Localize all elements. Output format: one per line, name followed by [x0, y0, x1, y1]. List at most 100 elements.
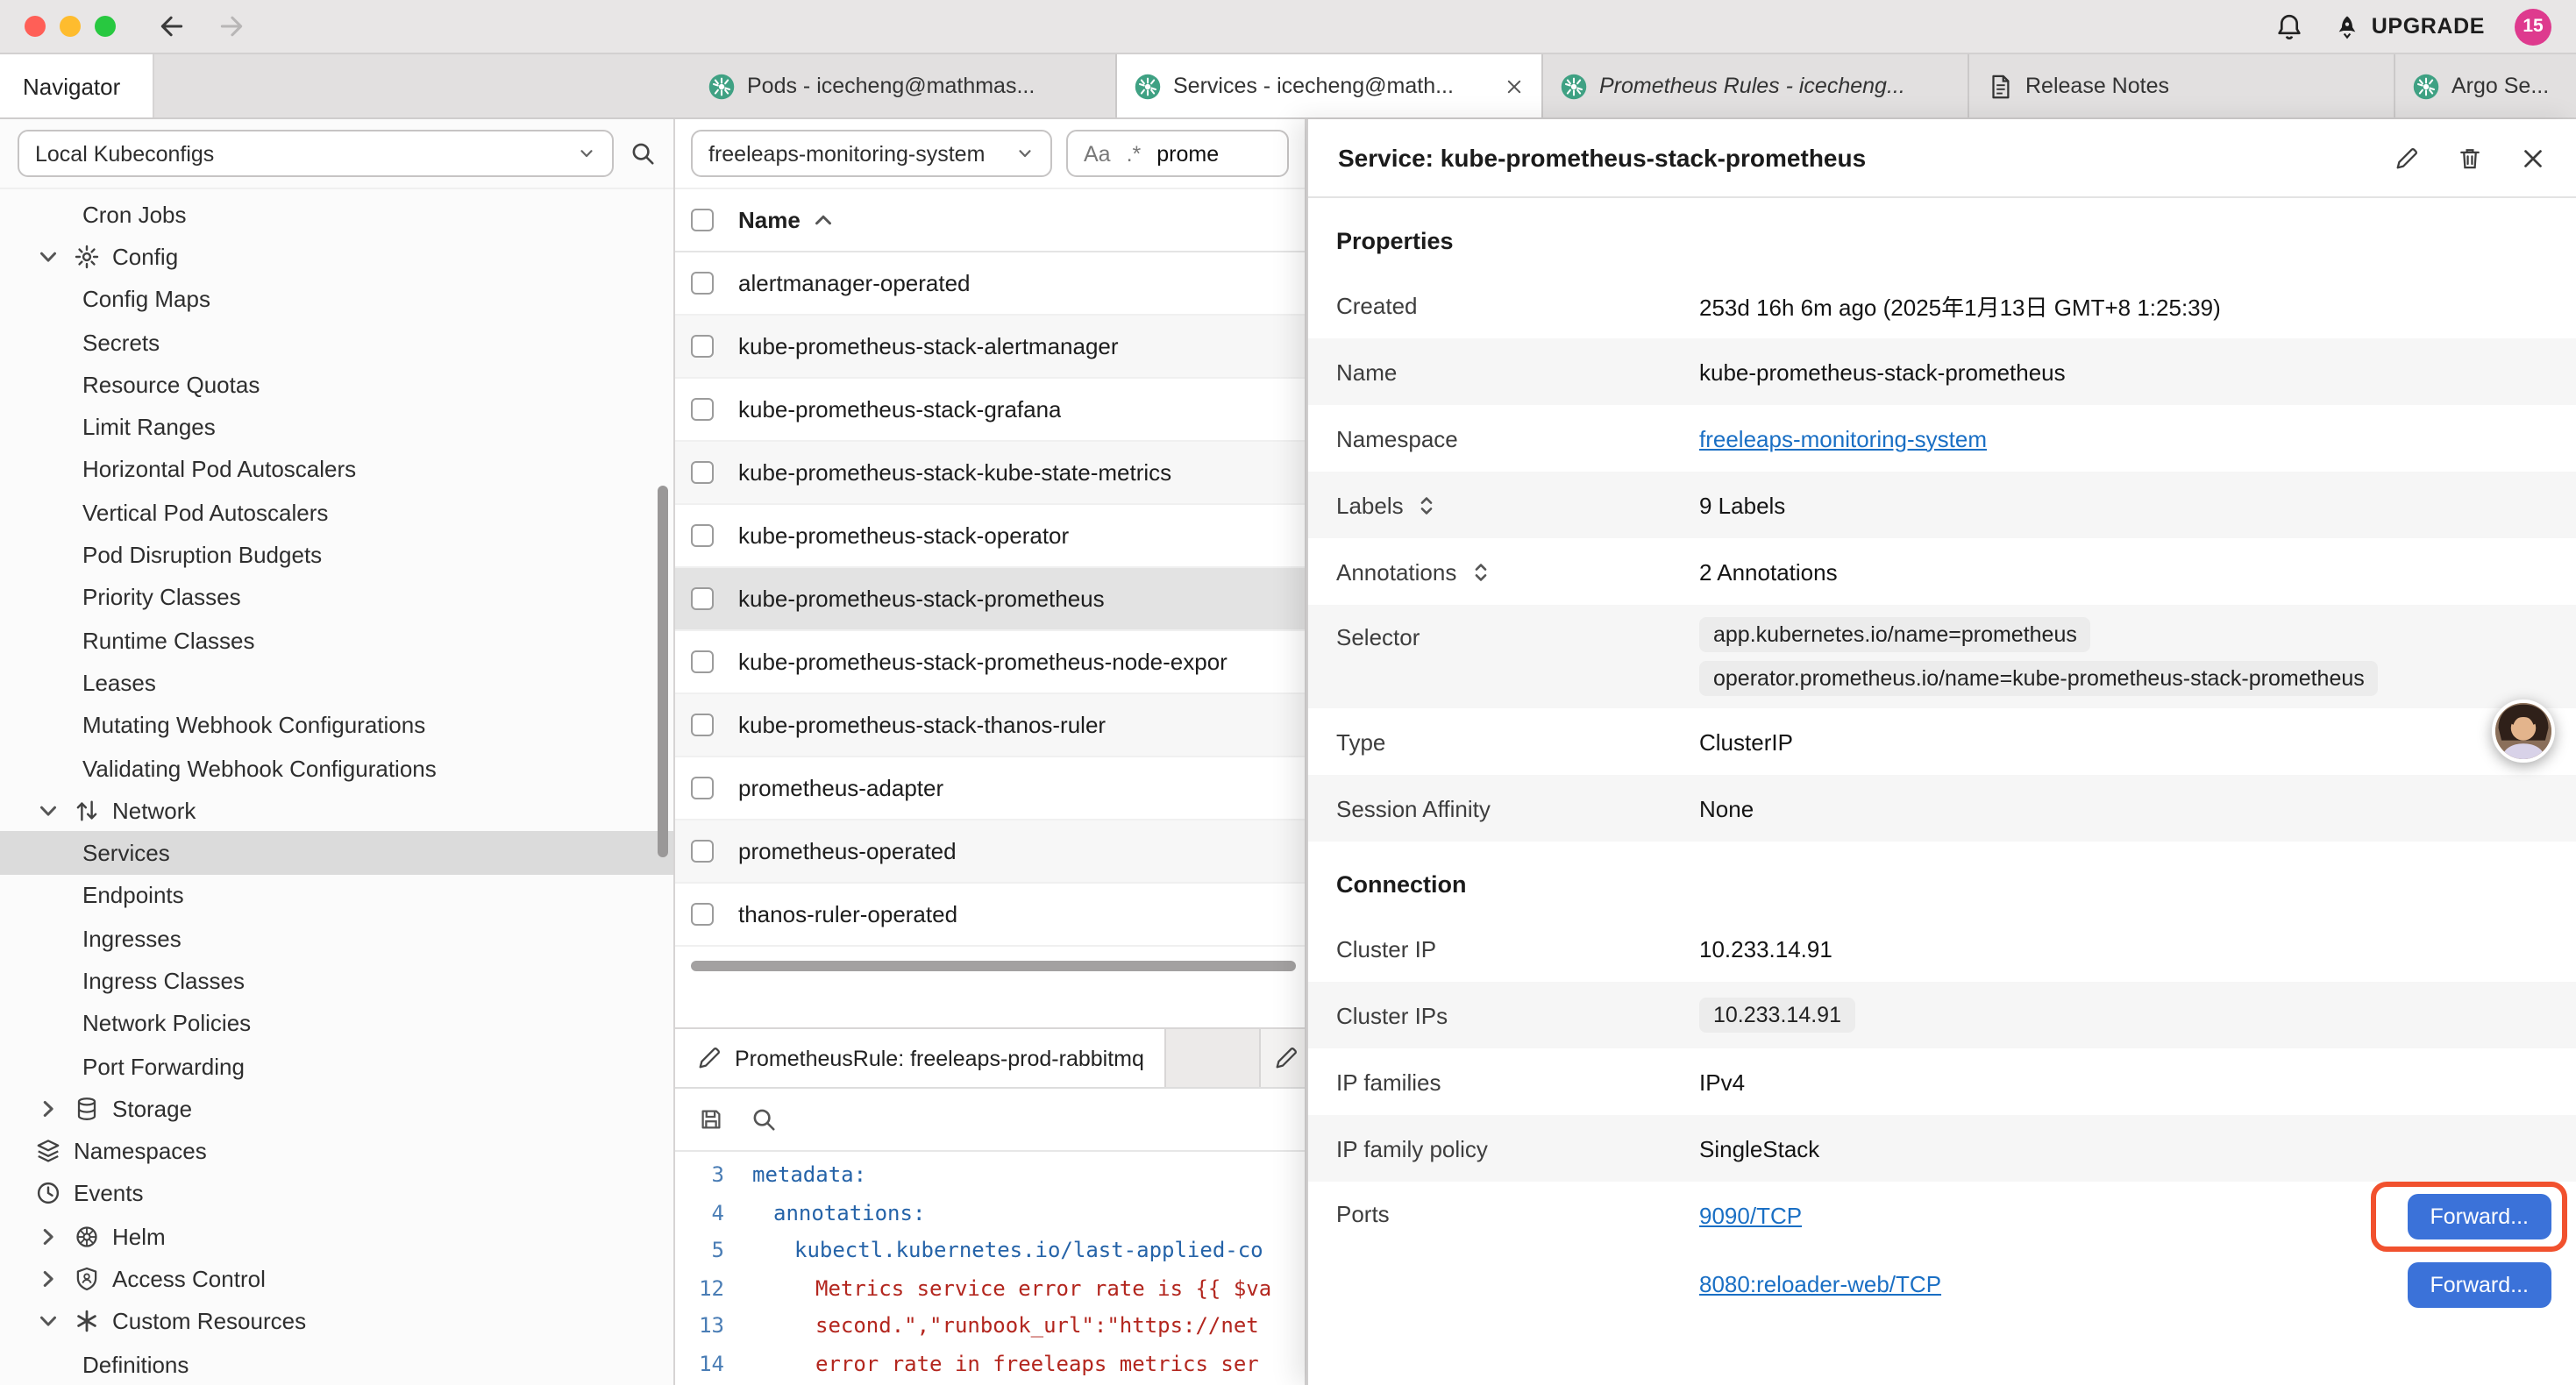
row-checkbox[interactable] [691, 398, 714, 421]
yaml-editor[interactable]: 3metadata:4annotations:5kubectl.kubernet… [675, 1152, 1305, 1385]
delete-icon[interactable] [2457, 145, 2483, 171]
table-row-alertmanager-operated[interactable]: alertmanager-operated [675, 252, 1305, 316]
search-icon[interactable] [751, 1106, 777, 1133]
row-checkbox[interactable] [691, 272, 714, 295]
avatar[interactable] [2492, 700, 2555, 763]
tab-close-icon[interactable] [1505, 76, 1524, 96]
sidebar-item-ingress-classes[interactable]: Ingress Classes [0, 960, 673, 1003]
table-row-kube-prometheus-stack-prometheus-node-expor[interactable]: kube-prometheus-stack-prometheus-node-ex… [675, 631, 1305, 694]
property-label-text: Namespace [1336, 425, 1458, 451]
sidebar-item-cron-jobs[interactable]: Cron Jobs [0, 193, 673, 236]
tab-pods-icecheng-mathmas[interactable]: Pods - icecheng@mathmas... [691, 54, 1117, 117]
sidebar-item-events[interactable]: Events [0, 1173, 673, 1216]
window-zoom-button[interactable] [95, 16, 116, 37]
namespace-selector[interactable]: freeleaps-monitoring-system [691, 130, 1052, 177]
sidebar-item-label: Horizontal Pod Autoscalers [82, 457, 356, 483]
close-icon[interactable] [2520, 145, 2546, 171]
row-checkbox[interactable] [691, 840, 714, 863]
sidebar-item-priority-classes[interactable]: Priority Classes [0, 576, 673, 619]
name-column-header[interactable]: Name [738, 207, 837, 233]
sidebar-item-storage[interactable]: Storage [0, 1087, 673, 1130]
table-row-kube-prometheus-stack-prometheus[interactable]: kube-prometheus-stack-prometheus [675, 568, 1305, 631]
sidebar-item-network[interactable]: Network [0, 789, 673, 832]
row-checkbox[interactable] [691, 335, 714, 358]
horizontal-scrollbar[interactable] [675, 959, 1305, 973]
horizontal-scrollbar-thumb[interactable] [691, 961, 1296, 971]
row-checkbox[interactable] [691, 461, 714, 484]
property-label-text: Selector [1336, 624, 1420, 650]
sidebar-item-horizontal-pod-autoscalers[interactable]: Horizontal Pod Autoscalers [0, 449, 673, 492]
tab-release-notes[interactable]: Release Notes [1969, 54, 2395, 117]
sidebar-item-resource-quotas[interactable]: Resource Quotas [0, 363, 673, 406]
match-case-toggle[interactable]: Aa [1084, 141, 1111, 166]
sidebar-item-vertical-pod-autoscalers[interactable]: Vertical Pod Autoscalers [0, 491, 673, 534]
table-row-kube-prometheus-stack-operator[interactable]: kube-prometheus-stack-operator [675, 505, 1305, 568]
edit-icon[interactable] [2394, 145, 2420, 171]
table-row-kube-prometheus-stack-grafana[interactable]: kube-prometheus-stack-grafana [675, 379, 1305, 442]
sidebar-item-pod-disruption-budgets[interactable]: Pod Disruption Budgets [0, 534, 673, 577]
sidebar-item-validating-webhook-configurations[interactable]: Validating Webhook Configurations [0, 747, 673, 790]
sidebar-item-endpoints[interactable]: Endpoints [0, 875, 673, 918]
sidebar-item-access-control[interactable]: Access Control [0, 1258, 673, 1301]
row-checkbox[interactable] [691, 903, 714, 926]
sort-icon[interactable] [1467, 558, 1493, 585]
sidebar-item-config-maps[interactable]: Config Maps [0, 278, 673, 321]
row-checkbox[interactable] [691, 714, 714, 736]
window-close-button[interactable] [25, 16, 46, 37]
sidebar-item-leases[interactable]: Leases [0, 662, 673, 705]
regex-toggle[interactable]: .* [1127, 141, 1142, 166]
sidebar-item-services[interactable]: Services [0, 832, 673, 875]
row-checkbox[interactable] [691, 650, 714, 673]
notification-badge[interactable]: 15 [2515, 8, 2551, 45]
sidebar-item-network-policies[interactable]: Network Policies [0, 1002, 673, 1045]
select-all-checkbox[interactable] [691, 209, 714, 231]
search-icon[interactable] [630, 140, 656, 167]
sidebar-item-namespaces[interactable]: Namespaces [0, 1130, 673, 1173]
forward-arrow-icon[interactable] [217, 12, 246, 40]
sidebar-item-port-forwarding[interactable]: Port Forwarding [0, 1045, 673, 1088]
table-row-thanos-ruler-operated[interactable]: thanos-ruler-operated [675, 884, 1305, 947]
sidebar-item-secrets[interactable]: Secrets [0, 321, 673, 364]
property-row-type: TypeClusterIP [1308, 708, 2576, 775]
namespace-link[interactable]: freeleaps-monitoring-system [1699, 425, 1987, 451]
sidebar-item-definitions[interactable]: Definitions [0, 1343, 673, 1385]
sidebar-item-config[interactable]: Config [0, 236, 673, 279]
value-chip: 10.233.14.91 [1699, 998, 1855, 1033]
port-link[interactable]: 8080:reloader-web/TCP [1699, 1271, 1941, 1297]
table-row-prometheus-operated[interactable]: prometheus-operated [675, 820, 1305, 884]
save-icon[interactable] [698, 1106, 724, 1133]
editor-tab-partial[interactable] [1259, 1029, 1305, 1087]
table-row-kube-prometheus-stack-thanos-ruler[interactable]: kube-prometheus-stack-thanos-ruler [675, 694, 1305, 757]
port-forward-button[interactable]: Forward... [2407, 1261, 2551, 1307]
tab-services-icecheng-math[interactable]: Services - icecheng@math... [1117, 54, 1543, 117]
sidebar-item-mutating-webhook-configurations[interactable]: Mutating Webhook Configurations [0, 704, 673, 747]
row-checkbox[interactable] [691, 777, 714, 799]
sidebar-item-limit-ranges[interactable]: Limit Ranges [0, 406, 673, 449]
bell-icon[interactable] [2275, 11, 2305, 41]
sidebar-item-custom-resources[interactable]: Custom Resources [0, 1300, 673, 1343]
sidebar-item-label: Resource Quotas [82, 372, 260, 398]
sort-icon[interactable] [1414, 492, 1441, 518]
sidebar-scrollbar-thumb[interactable] [658, 486, 668, 857]
editor-tab-prometheusrule[interactable]: PrometheusRule: freeleaps-prod-rabbitmq [675, 1029, 1167, 1087]
kubeconfig-selector[interactable]: Local Kubeconfigs [18, 130, 614, 177]
sidebar-item-runtime-classes[interactable]: Runtime Classes [0, 619, 673, 662]
port-forward-button[interactable]: Forward... [2407, 1193, 2551, 1239]
window-minimize-button[interactable] [60, 16, 81, 37]
sidebar-item-ingresses[interactable]: Ingresses [0, 917, 673, 960]
table-row-kube-prometheus-stack-kube-state-metrics[interactable]: kube-prometheus-stack-kube-state-metrics [675, 442, 1305, 505]
navigator-panel-tab[interactable]: Navigator [0, 54, 154, 117]
line-number: 4 [675, 1195, 742, 1232]
table-row-kube-prometheus-stack-alertmanager[interactable]: kube-prometheus-stack-alertmanager [675, 316, 1305, 379]
row-checkbox[interactable] [691, 587, 714, 610]
resource-search-input[interactable]: Aa .* prome [1066, 130, 1289, 177]
resource-name: kube-prometheus-stack-kube-state-metrics [738, 459, 1171, 486]
tab-argo-se[interactable]: Argo Se... [2395, 54, 2576, 117]
table-row-prometheus-adapter[interactable]: prometheus-adapter [675, 757, 1305, 820]
sidebar-item-helm[interactable]: Helm [0, 1215, 673, 1258]
tab-prometheus-rules-icecheng[interactable]: Prometheus Rules - icecheng... [1543, 54, 1969, 117]
back-arrow-icon[interactable] [158, 12, 186, 40]
port-link[interactable]: 9090/TCP [1699, 1203, 1802, 1229]
row-checkbox[interactable] [691, 524, 714, 547]
upgrade-button[interactable]: UPGRADE [2335, 13, 2485, 39]
